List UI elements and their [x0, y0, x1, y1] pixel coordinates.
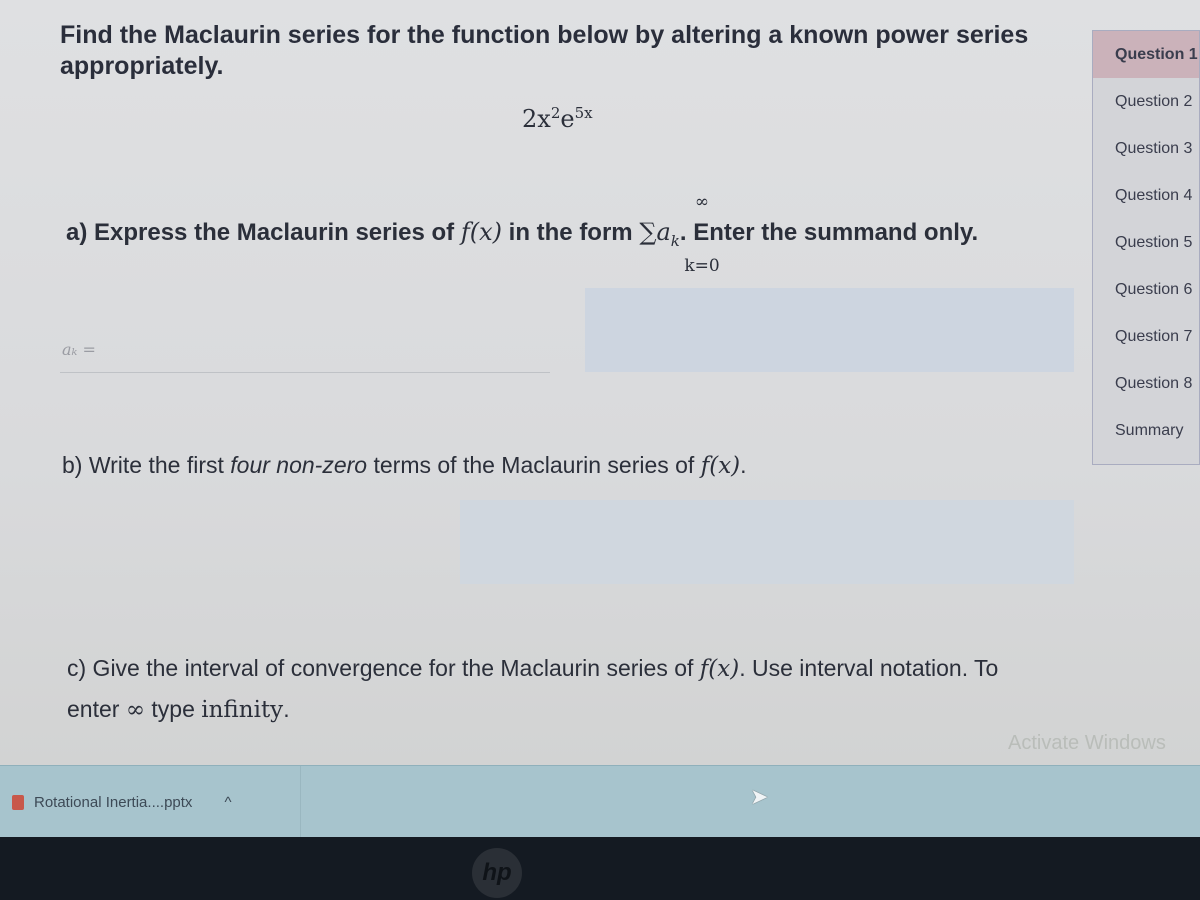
activate-windows-watermark: Activate Windows — [1008, 732, 1166, 754]
download-item[interactable]: Rotational Inertia....pptx ^ — [12, 794, 231, 811]
part-c-type: type — [145, 696, 202, 722]
part-b-fx: f(x) — [700, 453, 741, 479]
func-e: e — [560, 105, 575, 133]
mouse-cursor-icon: ➤ — [750, 784, 769, 809]
download-file-name: Rotational Inertia....pptx — [34, 794, 193, 811]
part-b-mid: terms of the Maclaurin series of — [367, 452, 701, 478]
part-c-suffix: . — [283, 696, 290, 722]
nav-question-4[interactable]: Question 4 — [1093, 172, 1199, 219]
nav-question-6[interactable]: Question 6 — [1093, 266, 1199, 313]
summand-input[interactable] — [585, 288, 1074, 372]
part-a-mid: in the form — [501, 219, 640, 246]
nav-question-7[interactable]: Question 7 — [1093, 313, 1199, 360]
hp-logo: hp — [472, 848, 522, 898]
part-b-emphasis: four non-zero — [230, 452, 368, 478]
nav-question-1[interactable]: Question 1 — [1093, 31, 1199, 78]
nav-summary[interactable]: Summary — [1093, 407, 1199, 454]
ak-input-underline — [60, 372, 550, 373]
part-a-prompt: a) Express the Maclaurin series of f(x) … — [66, 218, 978, 250]
main-content: Find the Maclaurin series for the functi… — [0, 0, 1200, 765]
nav-question-3[interactable]: Question 3 — [1093, 125, 1199, 172]
func-base: 2x — [522, 105, 551, 133]
chevron-up-icon[interactable]: ^ — [224, 794, 231, 811]
laptop-bezel — [0, 837, 1200, 900]
part-c-prompt: c) Give the interval of convergence for … — [67, 648, 1027, 730]
sigma-bounds: ∞ k=0 — [682, 192, 722, 276]
func-exp2: 5x — [574, 104, 593, 122]
part-b-prompt: b) Write the first four non-zero terms o… — [62, 452, 747, 479]
part-a-sub: k — [670, 231, 680, 250]
sigma-symbol: ∑ — [639, 218, 657, 246]
part-a-prefix: a) Express the Maclaurin series of — [66, 219, 461, 246]
part-c-prefix: c) Give the interval of convergence for … — [67, 655, 700, 681]
func-exp1: 2 — [550, 104, 561, 122]
download-separator — [300, 766, 301, 838]
ak-label: aₖ = — [62, 340, 96, 359]
part-c-fx: f(x) — [699, 656, 740, 682]
question-nav: Question 1 Question 2 Question 3 Questio… — [1092, 30, 1200, 465]
powerpoint-icon — [12, 795, 24, 810]
question-title: Find the Maclaurin series for the functi… — [60, 21, 1029, 80]
function-expression: 2x2e5x — [522, 104, 593, 133]
part-c-code: infinity — [201, 697, 284, 723]
nav-question-8[interactable]: Question 8 — [1093, 360, 1199, 407]
part-b-prefix: b) Write the first — [62, 452, 231, 478]
infinity-symbol: ∞ — [125, 697, 145, 723]
part-b-suffix: . — [740, 452, 747, 478]
terms-input[interactable] — [460, 500, 1074, 584]
download-bar: Rotational Inertia....pptx ^ ➤ — [0, 765, 1200, 838]
part-a-fx: f(x) — [460, 218, 502, 246]
sigma-upper: ∞ — [694, 192, 710, 212]
nav-question-5[interactable]: Question 5 — [1093, 219, 1199, 266]
sigma-lower: k=0 — [684, 256, 720, 276]
part-a-term: a — [656, 218, 671, 246]
part-a-suffix: . Enter the summand only. — [679, 219, 979, 246]
nav-question-2[interactable]: Question 2 — [1093, 78, 1199, 125]
